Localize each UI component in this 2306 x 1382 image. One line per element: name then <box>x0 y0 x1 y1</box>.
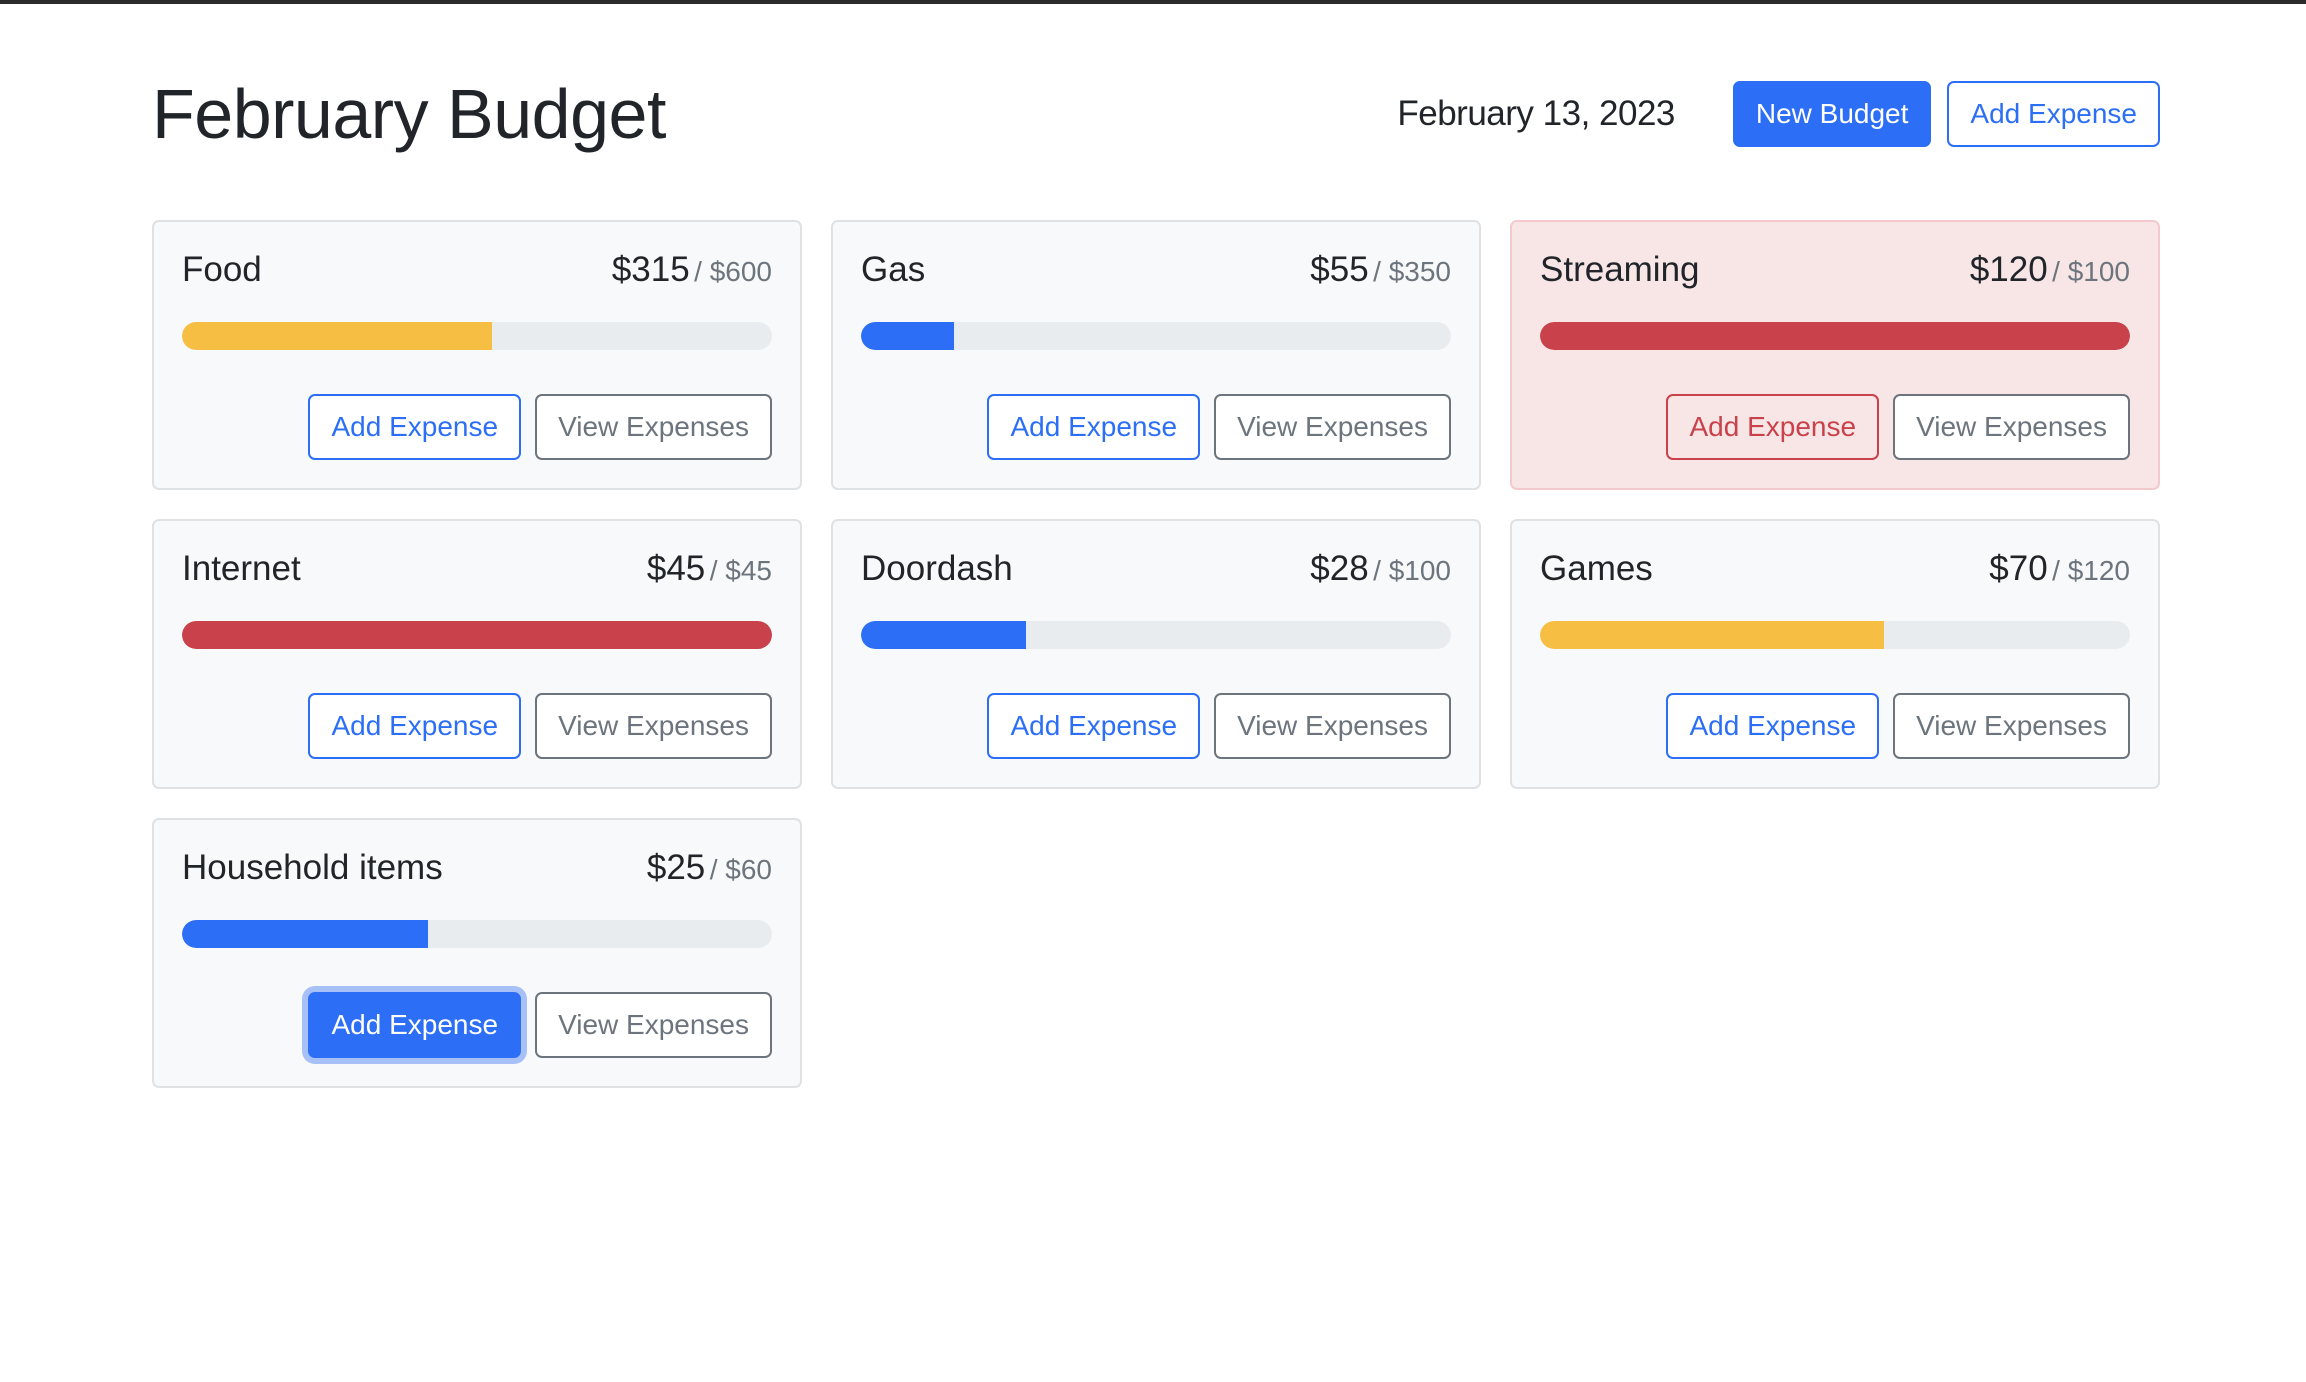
budget-amounts: $25 / $60 <box>647 848 772 888</box>
view-expenses-button[interactable]: View Expenses <box>535 394 772 460</box>
budget-progress-fill <box>182 920 429 948</box>
view-expenses-button[interactable]: View Expenses <box>535 992 772 1058</box>
budget-card-streaming: Streaming $120 / $100 Add Expense View E… <box>1510 220 2160 490</box>
page-title: February Budget <box>152 75 666 153</box>
budget-name: Gas <box>861 250 926 289</box>
budget-progress-bar <box>861 621 1451 649</box>
budget-progress-bar <box>182 920 772 948</box>
budget-max: / $100 <box>2052 256 2130 287</box>
card-add-expense-button[interactable]: Add Expense <box>1666 693 1880 759</box>
budget-progress-fill <box>1540 621 1884 649</box>
budget-name: Internet <box>182 549 301 588</box>
budget-card-header: Doordash $28 / $100 <box>861 549 1451 599</box>
budget-progress-bar <box>1540 322 2130 350</box>
budget-max: / $600 <box>694 256 772 287</box>
view-expenses-button[interactable]: View Expenses <box>535 693 772 759</box>
card-add-expense-button[interactable]: Add Expense <box>1666 394 1880 460</box>
budget-name: Household items <box>182 848 443 887</box>
budget-name: Food <box>182 250 262 289</box>
budget-name: Streaming <box>1540 250 1700 289</box>
view-expenses-button[interactable]: View Expenses <box>1893 394 2130 460</box>
budget-card-doordash: Doordash $28 / $100 Add Expense View Exp… <box>831 519 1481 789</box>
budget-card-header: Household items $25 / $60 <box>182 848 772 898</box>
new-budget-button[interactable]: New Budget <box>1732 81 1932 147</box>
budget-card-food: Food $315 / $600 Add Expense View Expens… <box>152 220 802 490</box>
budget-spent: $55 <box>1310 250 1369 289</box>
budget-spent: $28 <box>1310 549 1369 588</box>
view-expenses-button[interactable]: View Expenses <box>1214 394 1451 460</box>
budget-spent: $315 <box>611 250 690 289</box>
budget-card-header: Internet $45 / $45 <box>182 549 772 599</box>
budget-max: / $45 <box>709 555 772 586</box>
budget-amounts: $45 / $45 <box>647 549 772 589</box>
budget-amounts: $120 / $100 <box>1970 250 2130 290</box>
budget-card-actions: Add Expense View Expenses <box>987 394 1451 460</box>
budget-max: / $120 <box>2052 555 2130 586</box>
budget-card-actions: Add Expense View Expenses <box>308 693 772 759</box>
view-expenses-button[interactable]: View Expenses <box>1893 693 2130 759</box>
current-date: February 13, 2023 <box>1397 94 1675 133</box>
page-container: February Budget February 13, 2023 New Bu… <box>152 64 2160 1088</box>
budget-progress-fill <box>1540 322 2130 350</box>
budget-card-household-items: Household items $25 / $60 Add Expense Vi… <box>152 818 802 1088</box>
budget-progress-fill <box>861 621 1027 649</box>
budget-progress-fill <box>861 322 954 350</box>
budget-card-actions: Add Expense View Expenses <box>1666 394 2130 460</box>
budget-progress-fill <box>182 322 492 350</box>
card-add-expense-button[interactable]: Add Expense <box>987 394 1201 460</box>
budget-max: / $100 <box>1373 555 1451 586</box>
budget-amounts: $70 / $120 <box>1989 549 2130 589</box>
budget-amounts: $28 / $100 <box>1310 549 1451 589</box>
budget-progress-bar <box>1540 621 2130 649</box>
budget-spent: $45 <box>646 549 706 588</box>
budget-amounts: $315 / $600 <box>612 250 772 290</box>
budget-card-gas: Gas $55 / $350 Add Expense View Expenses <box>831 220 1481 490</box>
budget-spent: $120 <box>1969 250 2048 289</box>
budget-progress-bar <box>182 322 772 350</box>
budget-progress-bar <box>182 621 772 649</box>
card-add-expense-button[interactable]: Add Expense <box>987 693 1201 759</box>
budget-spent: $25 <box>646 848 706 887</box>
budget-card-header: Gas $55 / $350 <box>861 250 1451 300</box>
budget-max: / $350 <box>1373 256 1451 287</box>
page-header: February Budget February 13, 2023 New Bu… <box>152 64 2160 164</box>
budget-card-header: Games $70 / $120 <box>1540 549 2130 599</box>
budget-progress-bar <box>861 322 1451 350</box>
budget-card-actions: Add Expense View Expenses <box>987 693 1451 759</box>
budget-card-actions: Add Expense View Expenses <box>308 394 772 460</box>
budget-name: Doordash <box>861 549 1013 588</box>
card-add-expense-button[interactable]: Add Expense <box>308 992 522 1058</box>
budget-card-actions: Add Expense View Expenses <box>308 992 772 1058</box>
budget-amounts: $55 / $350 <box>1310 250 1451 290</box>
budget-card-internet: Internet $45 / $45 Add Expense View Expe… <box>152 519 802 789</box>
add-expense-button[interactable]: Add Expense <box>1947 81 2160 147</box>
card-add-expense-button[interactable]: Add Expense <box>308 394 522 460</box>
budget-grid: Food $315 / $600 Add Expense View Expens… <box>152 220 2160 1088</box>
budget-card-header: Streaming $120 / $100 <box>1540 250 2130 300</box>
budget-card-actions: Add Expense View Expenses <box>1666 693 2130 759</box>
budget-name: Games <box>1540 549 1653 588</box>
budget-progress-fill <box>182 621 772 649</box>
card-add-expense-button[interactable]: Add Expense <box>308 693 522 759</box>
budget-max: / $60 <box>709 854 772 885</box>
view-expenses-button[interactable]: View Expenses <box>1214 693 1451 759</box>
budget-card-header: Food $315 / $600 <box>182 250 772 300</box>
budget-spent: $70 <box>1989 549 2048 588</box>
budget-card-games: Games $70 / $120 Add Expense View Expens… <box>1510 519 2160 789</box>
